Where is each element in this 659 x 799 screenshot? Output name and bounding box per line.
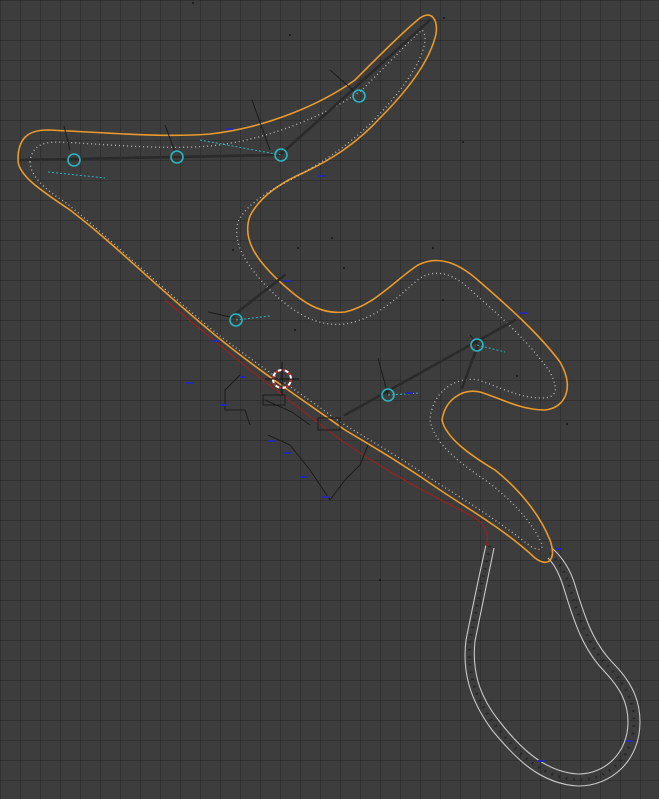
- empty-circles[interactable]: [47, 89, 506, 402]
- 3d-viewport[interactable]: [0, 0, 659, 799]
- scene-canvas[interactable]: [0, 0, 659, 799]
- lower-loop-track[interactable]: [464, 544, 641, 787]
- guide-curve[interactable]: [164, 299, 488, 547]
- main-track-mesh[interactable]: [17, 14, 569, 564]
- empty-object-icon: [352, 89, 366, 103]
- empty-object-bars[interactable]: [20, 18, 517, 417]
- blue-markers: [186, 128, 633, 762]
- scene-specks: [192, 2, 568, 581]
- 3d-cursor-icon[interactable]: [265, 362, 299, 396]
